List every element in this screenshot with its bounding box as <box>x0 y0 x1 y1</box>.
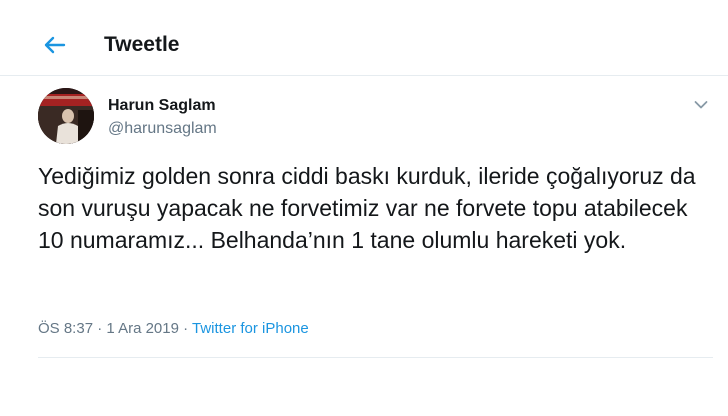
avatar-image <box>38 88 94 144</box>
meta-separator: · <box>93 320 107 337</box>
tweet-time[interactable]: ÖS 8:37 <box>38 320 93 337</box>
tweet-source-link[interactable]: Twitter for iPhone <box>192 320 309 337</box>
chevron-down-icon <box>694 101 708 109</box>
arrow-left-icon <box>44 36 66 54</box>
tweet-date[interactable]: 1 Ara 2019 <box>106 320 179 337</box>
back-button[interactable] <box>38 28 72 62</box>
page-title: Tweetle <box>104 33 180 56</box>
more-options-button[interactable] <box>690 94 712 116</box>
divider <box>38 357 713 358</box>
tweet-meta: ÖS 8:37 · 1 Ara 2019 · Twitter for iPhon… <box>38 320 309 337</box>
author-handle[interactable]: @harunsaglam <box>108 120 217 138</box>
author-name[interactable]: Harun Saglam <box>108 97 216 115</box>
meta-separator: · <box>178 320 193 337</box>
page-header: Tweetle <box>0 0 728 76</box>
tweet-text: Yediğimiz golden sonra ciddi baskı kurdu… <box>38 163 696 253</box>
avatar[interactable] <box>38 88 94 144</box>
